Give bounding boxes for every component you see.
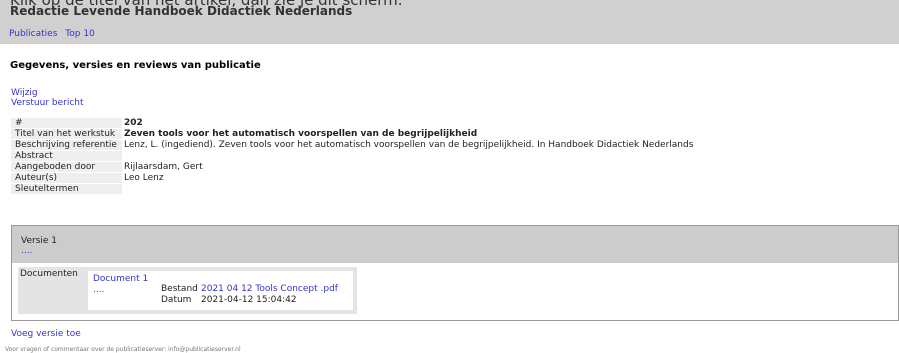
- row-value-reference: Lenz, L. (ingediend). Zeven tools voor h…: [122, 140, 704, 150]
- table-row: Aangeboden door Rijlaarsdam, Gert: [11, 162, 704, 173]
- file-info: Bestand 2021 04 12 Tools Concept .pdf Dat…: [161, 284, 338, 306]
- add-version-link[interactable]: Voeg versie toe: [11, 329, 81, 339]
- action-links: Wijzig Verstuur bericht: [11, 88, 84, 108]
- table-row: Abstract: [11, 151, 704, 162]
- instruction-text: Klik op de titel van het artikel, dan zi…: [10, 0, 403, 9]
- row-label-authors: Auteur(s): [15, 173, 58, 183]
- date-label: Datum: [161, 295, 192, 305]
- edit-link[interactable]: Wijzig: [11, 88, 84, 98]
- file-label: Bestand: [161, 284, 198, 294]
- documents-label: Documenten: [20, 269, 78, 279]
- row-value-number: 202: [122, 118, 704, 128]
- row-value-authors: Leo Lenz: [122, 173, 704, 183]
- file-link[interactable]: 2021 04 12 Tools Concept .pdf: [201, 284, 338, 294]
- row-label-title: Titel van het werkstuk: [15, 129, 116, 139]
- table-row: Auteur(s) Leo Lenz: [11, 173, 704, 184]
- document-more-link[interactable]: ....: [93, 285, 148, 296]
- row-value-submitted-by: Rijlaarsdam, Gert: [122, 162, 704, 172]
- table-row: # 202: [11, 118, 704, 129]
- version-title: Versie 1: [21, 236, 58, 246]
- page-title: Gegevens, versies en reviews van publica…: [10, 60, 261, 71]
- version-header: Versie 1 ....: [12, 226, 898, 263]
- nav-top-10[interactable]: Top 10: [65, 29, 95, 39]
- row-value-title: Zeven tools voor het automatisch voorspe…: [122, 129, 704, 139]
- version-more-link[interactable]: ....: [21, 246, 32, 256]
- table-row: Beschrijving referentie Lenz, L. (ingedi…: [11, 140, 704, 151]
- row-label-reference: Beschrijving referentie: [15, 140, 117, 150]
- row-value-keywords: [122, 184, 704, 194]
- row-label-keywords: Sleuteltermen: [15, 184, 79, 194]
- send-message-link[interactable]: Verstuur bericht: [11, 98, 84, 108]
- nav-bar: Publicaties Top 10: [9, 29, 100, 39]
- documents-section: Documenten Document 1 .... Bestand 2021 0…: [18, 267, 357, 314]
- nav-publicaties[interactable]: Publicaties: [9, 29, 57, 39]
- row-value-abstract: [122, 151, 704, 161]
- row-label-abstract: Abstract: [15, 151, 53, 161]
- row-label-number: #: [15, 118, 23, 128]
- table-row: Titel van het werkstuk Zeven tools voor …: [11, 129, 704, 140]
- document-name[interactable]: Document 1: [93, 274, 148, 285]
- table-row: Sleuteltermen: [11, 184, 704, 195]
- publication-details-table: # 202 Titel van het werkstuk Zeven tools…: [11, 118, 704, 195]
- version-panel: Versie 1 .... Documenten Document 1 ....…: [11, 225, 899, 321]
- date-value: 2021-04-12 15:04:42: [201, 295, 297, 305]
- document-card: Document 1 .... Bestand 2021 04 12 Tools …: [88, 271, 353, 310]
- document-link[interactable]: Document 1 ....: [93, 274, 148, 296]
- row-label-submitted-by: Aangeboden door: [15, 162, 96, 172]
- footer-text: Voor vragen of commentaar over de public…: [5, 346, 241, 353]
